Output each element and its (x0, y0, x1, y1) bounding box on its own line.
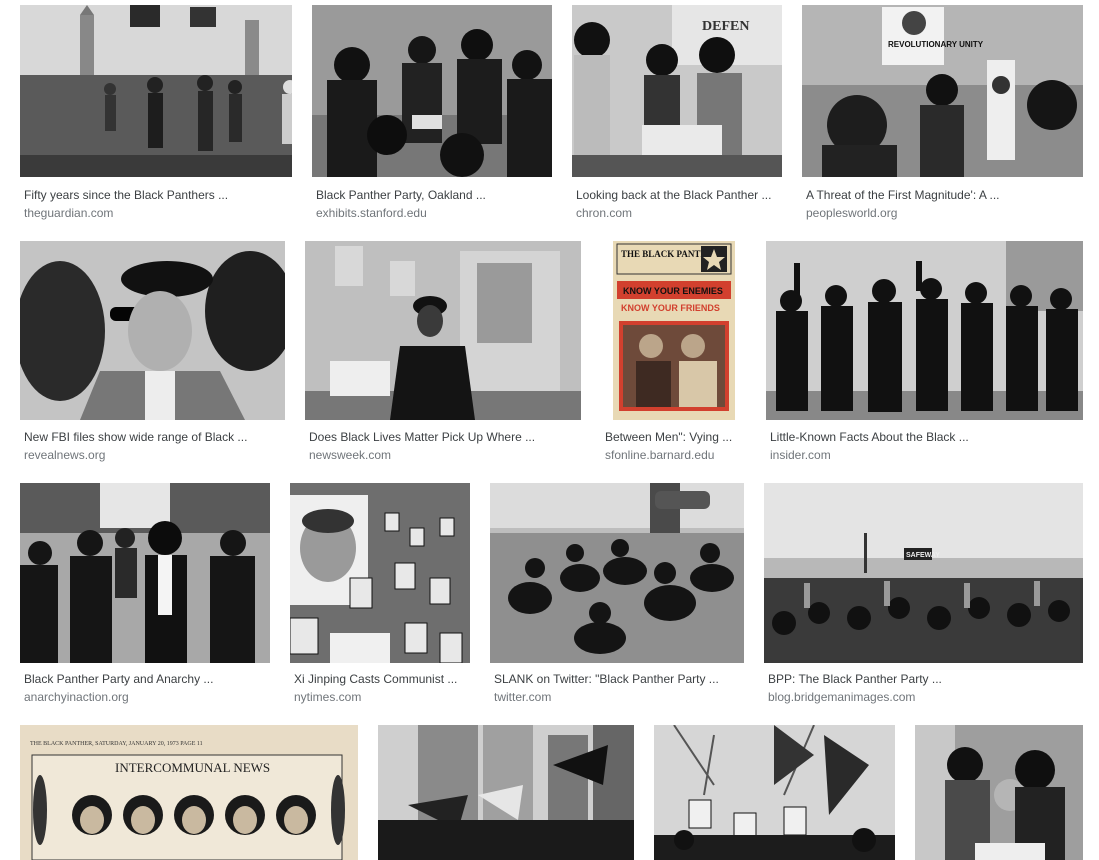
result-title[interactable]: Does Black Lives Matter Pick Up Where ..… (309, 429, 579, 445)
result-card[interactable]: Fifty years since the Black Panthers ...… (20, 5, 292, 225)
result-thumbnail[interactable] (766, 241, 1083, 420)
result-title[interactable]: Black Panther Party, Oakland ... (316, 187, 550, 203)
result-source: newsweek.com (309, 448, 392, 462)
result-thumbnail[interactable]: THE BLACK PANTHER KNOW YOUR ENEMIES KNOW… (601, 241, 746, 420)
result-title[interactable]: Fifty years since the Black Panthers ... (24, 187, 290, 203)
result-thumbnail[interactable]: SAFEWAY (764, 483, 1083, 663)
newspaper-headline: KNOW YOUR FRIENDS (621, 303, 720, 313)
result-card[interactable]: Xi Jinping Casts Communist ... nytimes.c… (290, 483, 470, 708)
result-card[interactable]: THE BLACK PANTHER KNOW YOUR ENEMIES KNOW… (601, 241, 746, 466)
sign-text: REVOLUTIONARY UNITY (888, 40, 984, 49)
result-card[interactable]: SAFEWAY BPP: The Black Panther Party ...… (764, 483, 1083, 708)
newspaper-headline: KNOW YOUR ENEMIES (623, 286, 723, 296)
result-source: anarchyinaction.org (24, 690, 129, 704)
result-title[interactable]: A Threat of the First Magnitude': A ... (806, 187, 1081, 203)
result-title[interactable]: Xi Jinping Casts Communist ... (294, 671, 468, 687)
result-title[interactable]: Little-Known Facts About the Black ... (770, 429, 1081, 445)
result-card[interactable] (654, 725, 895, 860)
result-title[interactable]: Black Panther Party and Anarchy ... (24, 671, 268, 687)
result-thumbnail[interactable] (312, 5, 552, 177)
result-thumbnail[interactable]: REVOLUTIONARY UNITY (802, 5, 1083, 177)
result-card[interactable] (378, 725, 634, 860)
result-card[interactable]: New FBI files show wide range of Black .… (20, 241, 285, 466)
result-card[interactable]: REVOLUTIONARY UNITY A Threat of the Firs… (802, 5, 1083, 225)
result-card[interactable]: Black Panther Party and Anarchy ... anar… (20, 483, 270, 708)
result-card[interactable] (915, 725, 1083, 860)
result-card[interactable]: THE BLACK PANTHER, SATURDAY, JANUARY 20,… (20, 725, 358, 860)
intercommunal-news-header: INTERCOMMUNAL NEWS (115, 760, 270, 775)
clipping-header: THE BLACK PANTHER, SATURDAY, JANUARY 20,… (30, 741, 203, 747)
result-title[interactable]: New FBI files show wide range of Black .… (24, 429, 283, 445)
result-source: twitter.com (494, 690, 552, 704)
result-thumbnail[interactable]: THE BLACK PANTHER, SATURDAY, JANUARY 20,… (20, 725, 358, 860)
result-source: nytimes.com (294, 690, 362, 704)
safeway-sign: SAFEWAY (906, 552, 940, 559)
result-thumbnail[interactable]: DEFEN (572, 5, 782, 177)
result-card[interactable]: DEFEN Looking back at the Black Panther … (572, 5, 782, 225)
result-thumbnail[interactable] (490, 483, 744, 663)
result-source: insider.com (770, 448, 831, 462)
result-thumbnail[interactable] (20, 5, 292, 177)
result-title[interactable]: Looking back at the Black Panther ... (576, 187, 780, 203)
result-thumbnail[interactable] (20, 483, 270, 663)
result-title[interactable]: SLANK on Twitter: "Black Panther Party .… (494, 671, 742, 687)
result-source: blog.bridgemanimages.com (768, 690, 916, 704)
result-card[interactable]: Little-Known Facts About the Black ... i… (766, 241, 1083, 466)
result-source: chron.com (576, 206, 633, 220)
result-thumbnail[interactable] (915, 725, 1083, 860)
result-thumbnail[interactable] (290, 483, 470, 663)
result-thumbnail[interactable] (378, 725, 634, 860)
result-source: sfonline.barnard.edu (605, 448, 715, 462)
defense-banner-text: DEFEN (702, 19, 749, 34)
result-title[interactable]: Between Men": Vying ... (605, 429, 744, 445)
result-thumbnail[interactable] (654, 725, 895, 860)
result-thumbnail[interactable] (20, 241, 285, 420)
result-card[interactable]: Black Panther Party, Oakland ... exhibit… (312, 5, 552, 225)
result-thumbnail[interactable] (305, 241, 581, 420)
result-source: revealnews.org (24, 448, 106, 462)
result-source: exhibits.stanford.edu (316, 206, 427, 220)
result-card[interactable]: SLANK on Twitter: "Black Panther Party .… (490, 483, 744, 708)
result-card[interactable]: Does Black Lives Matter Pick Up Where ..… (305, 241, 581, 466)
result-title[interactable]: BPP: The Black Panther Party ... (768, 671, 1081, 687)
result-source: theguardian.com (24, 206, 114, 220)
result-source: peoplesworld.org (806, 206, 898, 220)
